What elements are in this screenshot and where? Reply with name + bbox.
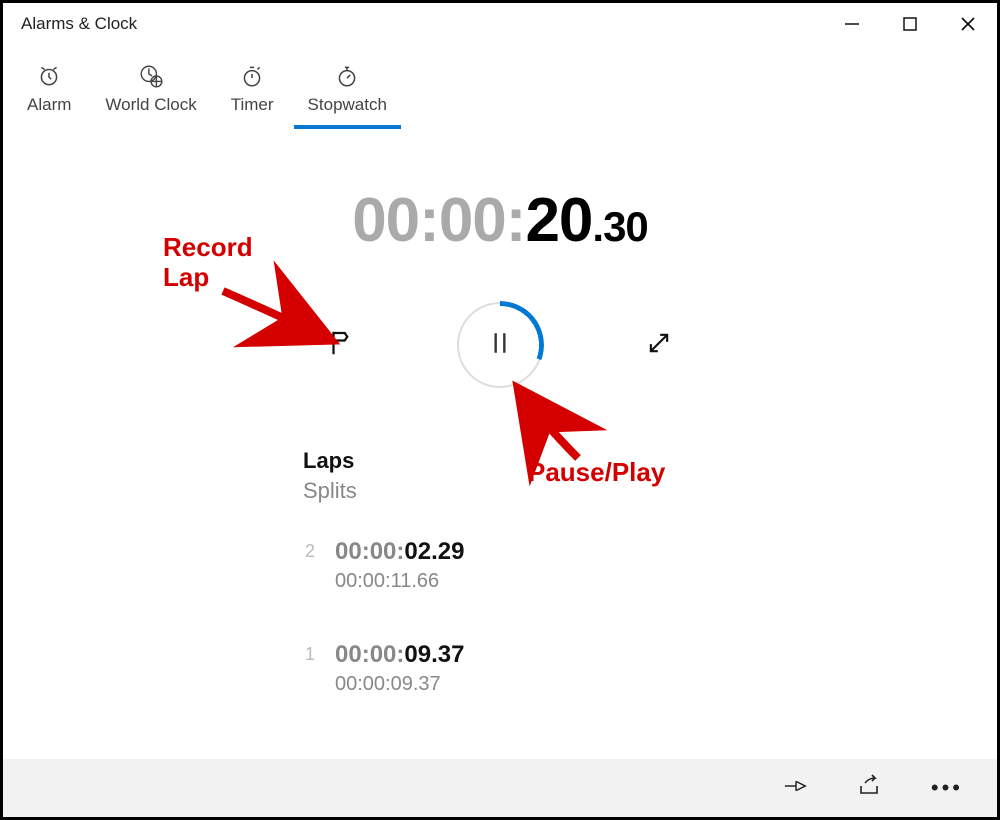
alarm-icon [36, 63, 62, 89]
pause-play-button[interactable] [457, 302, 543, 388]
pin-icon [783, 784, 809, 801]
tab-alarm[interactable]: Alarm [27, 63, 71, 129]
lap-time: 00:00:02.29 [335, 538, 464, 566]
expand-button[interactable] [639, 325, 679, 365]
close-button[interactable] [939, 3, 997, 45]
progress-arc [456, 301, 544, 389]
lap-time: 00:00:09.37 [335, 641, 464, 669]
window-title: Alarms & Clock [21, 14, 823, 34]
pin-button[interactable] [783, 775, 809, 802]
main-content: 00:00:20.30 [3, 130, 997, 696]
share-icon [857, 785, 883, 802]
lap-row: 2 00:00:02.29 00:00:11.66 [303, 538, 997, 593]
more-button[interactable]: ••• [931, 775, 963, 801]
split-time: 00:00:11.66 [335, 570, 464, 593]
lap-index: 1 [303, 641, 315, 665]
tab-bar: Alarm World Clock Timer Stopwatch [3, 45, 997, 130]
lap-row: 1 00:00:09.37 00:00:09.37 [303, 641, 997, 696]
stopwatch-icon [334, 63, 360, 89]
more-icon: ••• [931, 775, 963, 800]
tab-world-clock[interactable]: World Clock [105, 63, 196, 129]
titlebar: Alarms & Clock [3, 3, 997, 45]
expand-icon [645, 329, 673, 362]
maximize-button[interactable] [881, 3, 939, 45]
stopwatch-controls [3, 302, 997, 388]
window-controls [823, 3, 997, 45]
lap-index: 2 [303, 538, 315, 562]
tab-timer[interactable]: Timer [231, 63, 274, 129]
share-button[interactable] [857, 774, 883, 803]
tab-stopwatch[interactable]: Stopwatch [308, 63, 387, 129]
split-time: 00:00:09.37 [335, 673, 464, 696]
annotation-record-lap: RecordLap [163, 233, 253, 293]
footer-bar: ••• [3, 759, 997, 817]
world-clock-icon [138, 63, 164, 89]
timer-icon [239, 63, 265, 89]
annotation-pause-play: Pause/Play [528, 458, 665, 488]
flag-icon [326, 328, 356, 363]
minimize-button[interactable] [823, 3, 881, 45]
stopwatch-time: 00:00:20.30 [3, 185, 997, 256]
lap-button[interactable] [321, 325, 361, 365]
